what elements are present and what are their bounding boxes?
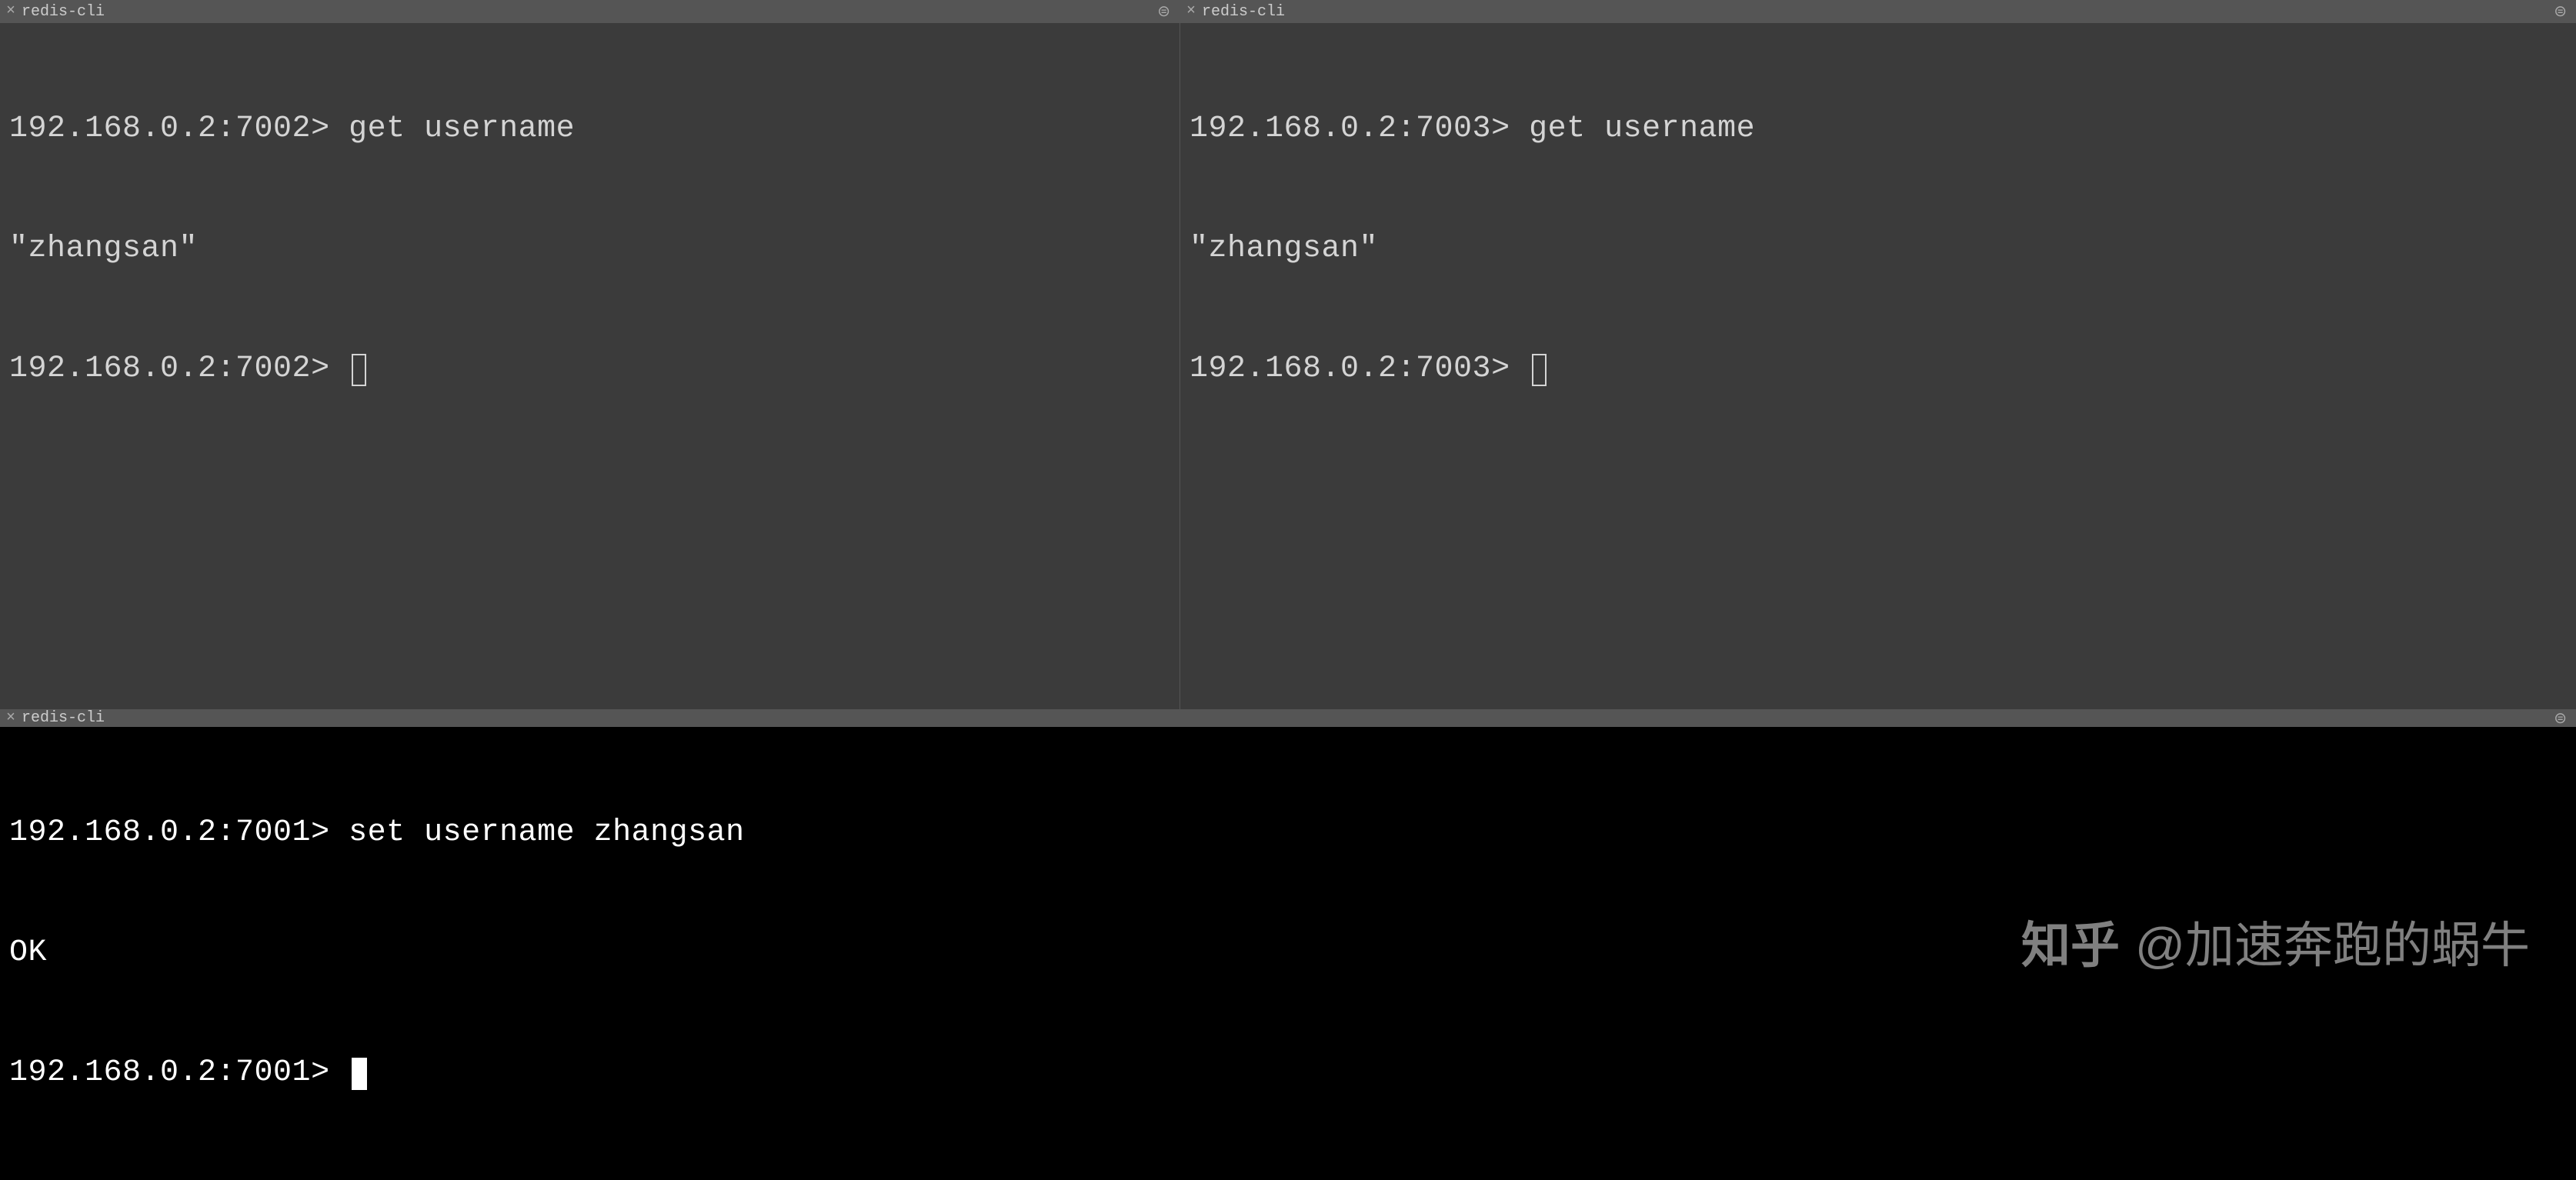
terminal-line: 192.168.0.2:7003> — [1190, 349, 2567, 389]
close-icon[interactable]: × — [1186, 4, 1196, 19]
output: OK — [9, 935, 47, 970]
zhihu-logo: 知乎 — [2021, 906, 2120, 977]
cursor — [1532, 354, 1547, 386]
terminal-content[interactable]: 192.168.0.2:7002> get username "zhangsan… — [0, 23, 1180, 475]
terminal-line: 192.168.0.2:7002> — [9, 349, 1170, 389]
cursor — [352, 354, 366, 386]
terminal-line: 192.168.0.2:7002> get username — [9, 109, 1170, 149]
terminal-line: 192.168.0.2:7003> get username — [1190, 109, 2567, 149]
terminal-line: 192.168.0.2:7001> — [9, 1053, 2567, 1093]
prompt: 192.168.0.2:7003> — [1190, 112, 1510, 146]
menu-icon[interactable]: ⊜ — [2554, 708, 2567, 728]
prompt: 192.168.0.2:7002> — [9, 112, 330, 146]
tab-bar: × redis-cli ⊜ — [0, 0, 1180, 23]
command: get username — [1510, 112, 1756, 146]
terminal-pane-top-left: × redis-cli ⊜ 192.168.0.2:7002> get user… — [0, 0, 1180, 709]
close-icon[interactable]: × — [6, 711, 15, 726]
prompt: 192.168.0.2:7003> — [1190, 352, 1510, 386]
terminal-line: 192.168.0.2:7001> set username zhangsan — [9, 813, 2567, 853]
watermark-author: @加速奔跑的蜗牛 — [2135, 906, 2530, 977]
command — [330, 1055, 349, 1090]
prompt: 192.168.0.2:7002> — [9, 352, 330, 386]
output: "zhangsan" — [9, 232, 198, 266]
tab-bar: × redis-cli ⊜ — [1180, 0, 2576, 23]
prompt: 192.168.0.2:7001> — [9, 1055, 330, 1090]
close-icon[interactable]: × — [6, 4, 15, 19]
command — [1510, 352, 1530, 386]
watermark: 知乎 @加速奔跑的蜗牛 — [2021, 906, 2530, 977]
tab-title[interactable]: redis-cli — [1202, 3, 1285, 21]
tab-title[interactable]: redis-cli — [22, 709, 105, 727]
menu-icon[interactable]: ⊜ — [2554, 2, 2567, 22]
output: "zhangsan" — [1190, 232, 1378, 266]
terminal-content[interactable]: 192.168.0.2:7003> get username "zhangsan… — [1180, 23, 2576, 475]
terminal-line: "zhangsan" — [1190, 229, 2567, 269]
command: get username — [330, 112, 576, 146]
command: set username zhangsan — [330, 815, 745, 850]
prompt: 192.168.0.2:7001> — [9, 815, 330, 850]
tab-bar: × redis-cli ⊜ — [0, 709, 2576, 727]
cursor — [352, 1058, 367, 1090]
terminal-line: "zhangsan" — [9, 229, 1170, 269]
menu-icon[interactable]: ⊜ — [1157, 2, 1170, 22]
tab-title[interactable]: redis-cli — [22, 3, 105, 21]
command — [330, 352, 349, 386]
terminal-pane-top-right: × redis-cli ⊜ 192.168.0.2:7003> get user… — [1180, 0, 2576, 709]
